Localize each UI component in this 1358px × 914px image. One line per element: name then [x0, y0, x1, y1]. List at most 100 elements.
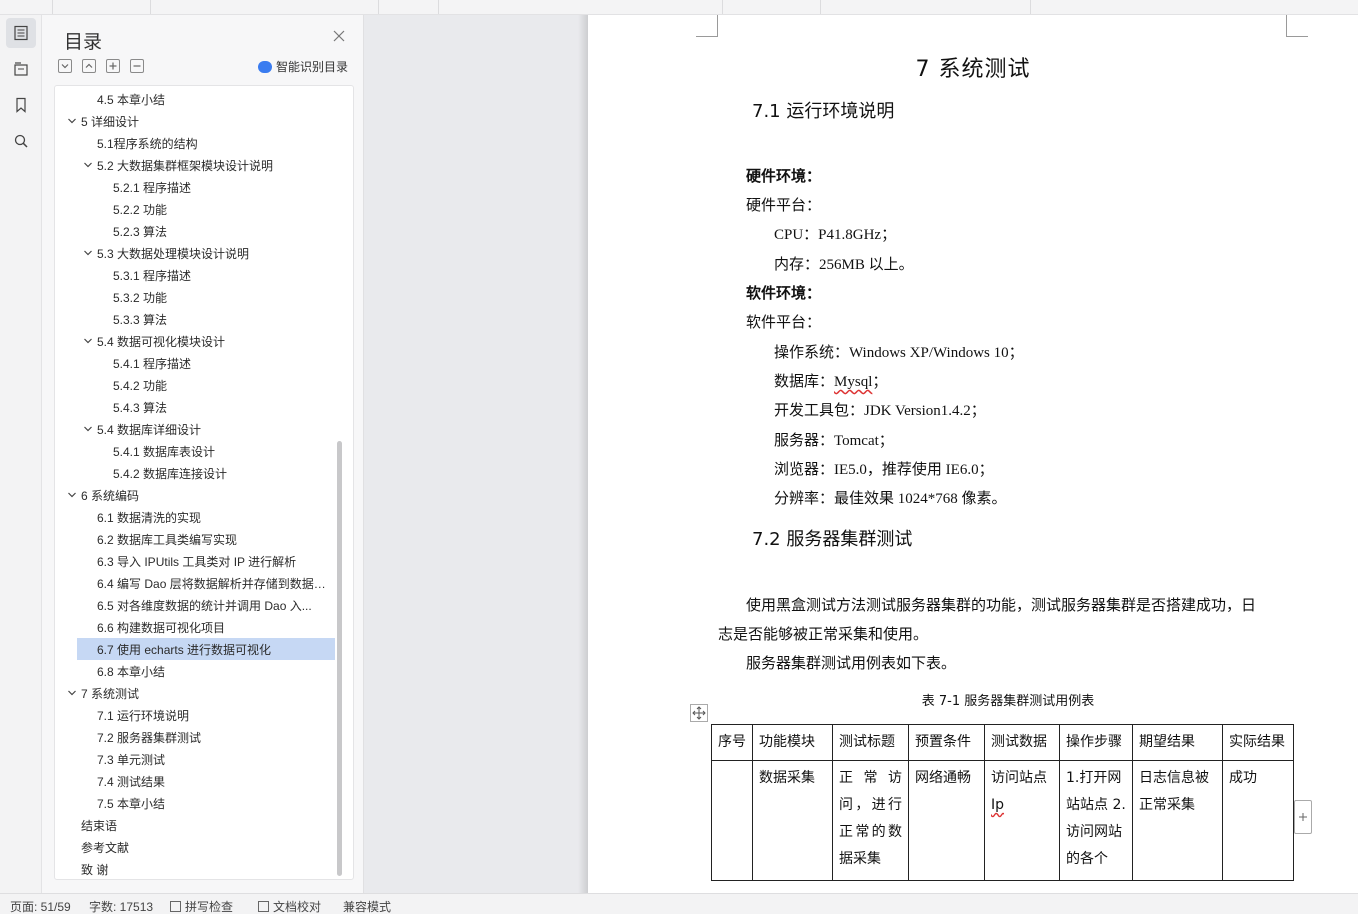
chevron-down-icon[interactable] — [83, 248, 93, 258]
chevron-down-icon[interactable] — [67, 688, 77, 698]
table-cell-expected: 日志信息被正常采集 — [1132, 760, 1223, 881]
toc-item[interactable]: 7.5 本章小结 — [55, 792, 335, 814]
hardware-platform: 硬件平台： — [746, 198, 822, 214]
toc-item-label: 5.4.3 算法 — [113, 400, 168, 415]
page-shadow — [578, 15, 588, 893]
bookmark-icon[interactable] — [6, 90, 36, 120]
toc-item-label: 5.3.3 算法 — [113, 312, 168, 327]
proofread-label: 文档校对 — [273, 900, 322, 914]
page-count[interactable]: 页面: 51/59 — [10, 898, 71, 914]
toc-item[interactable]: 6.6 构建数据可视化项目 — [55, 616, 335, 638]
toc-item-label: 6.2 数据库工具类编写实现 — [97, 532, 238, 547]
table-move-icon[interactable] — [690, 704, 708, 722]
table-header-cell: 序号 — [711, 724, 753, 761]
toc-item[interactable]: 6 系统编码 — [55, 484, 335, 506]
toc-item[interactable]: 5.3.1 程序描述 — [55, 264, 335, 286]
proofread-toggle[interactable]: 文档校对 — [258, 898, 321, 914]
toc-item[interactable]: 5.4.2 功能 — [55, 374, 335, 396]
chapter-title: 7 系统测试 — [915, 57, 1031, 82]
toc-item[interactable]: 5 详细设计 — [55, 110, 335, 132]
toc-item[interactable]: 5.3.2 功能 — [55, 286, 335, 308]
collapse-all-icon[interactable] — [82, 59, 96, 73]
cpu-line: CPU：P41.8GHz； — [774, 227, 897, 243]
chevron-down-icon[interactable] — [83, 336, 93, 346]
toc-item[interactable]: 5.4.2 数据库连接设计 — [55, 462, 335, 484]
toc-panel-icon[interactable] — [6, 18, 36, 48]
section-title: 7.2 服务器集群测试 — [752, 529, 913, 550]
toc-item[interactable]: 6.1 数据清洗的实现 — [55, 506, 335, 528]
smart-toc-label: 智能识别目录 — [276, 60, 349, 74]
close-icon[interactable] — [332, 29, 346, 43]
margin-mark — [1286, 15, 1308, 37]
toc-item[interactable]: 6.7 使用 echarts 进行数据可视化 — [77, 638, 335, 660]
toc-item[interactable]: 7.3 单元测试 — [55, 748, 335, 770]
toc-item[interactable]: 5.4.3 算法 — [55, 396, 335, 418]
chevron-down-icon[interactable] — [83, 160, 93, 170]
toc-item[interactable]: 5.2.1 程序描述 — [55, 176, 335, 198]
toc-item[interactable]: 参考文献 — [55, 836, 335, 858]
toc-item[interactable]: 4.5 本章小结 — [55, 88, 335, 110]
chevron-down-icon[interactable] — [83, 424, 93, 434]
memory-line: 内存：256MB 以上。 — [774, 257, 914, 273]
search-icon[interactable] — [6, 126, 36, 156]
toc-item-label: 7.5 本章小结 — [97, 796, 166, 811]
ruler-divider — [438, 0, 439, 14]
toc-item[interactable]: 5.2.3 算法 — [55, 220, 335, 242]
ruler-divider — [1030, 0, 1031, 14]
toc-item[interactable]: 6.8 本章小结 — [55, 660, 335, 682]
toc-item-label: 5.4.1 程序描述 — [113, 356, 192, 371]
toc-item[interactable]: 6.3 导入 IPUtils 工具类对 IP 进行解析 — [55, 550, 335, 572]
toc-title: 目录 — [64, 32, 103, 53]
toc-item[interactable]: 6.4 编写 Dao 层将数据解析并存储到数据库... — [55, 572, 335, 594]
toc-item[interactable]: 7 系统测试 — [55, 682, 335, 704]
table-cell-module: 数据采集 — [752, 760, 833, 881]
table-cell-index — [711, 760, 753, 881]
toc-scrollbar[interactable] — [337, 441, 342, 876]
toc-item[interactable]: 6.2 数据库工具类编写实现 — [55, 528, 335, 550]
toc-item[interactable]: 7.4 测试结果 — [55, 770, 335, 792]
toc-item[interactable]: 7.1 运行环境说明 — [55, 704, 335, 726]
chevron-down-icon[interactable] — [67, 116, 77, 126]
word-count[interactable]: 字数: 17513 — [89, 898, 153, 914]
chevron-down-icon[interactable] — [67, 490, 77, 500]
table-header-row: 序号 功能模块 测试标题 预置条件 测试数据 操作步骤 期望结果 实际结果 — [711, 724, 1294, 761]
toc-item-label: 7.2 服务器集群测试 — [97, 730, 202, 745]
document-page[interactable]: 7 系统测试 7.1 运行环境说明 硬件环境： 硬件平台： CPU：P41.8G… — [588, 15, 1358, 893]
toc-item[interactable]: 6.5 对各维度数据的统计并调用 Dao 入... — [55, 594, 335, 616]
toc-item[interactable]: 致 谢 — [55, 858, 335, 879]
toc-item[interactable]: 5.4 数据库详细设计 — [55, 418, 335, 440]
toc-item[interactable]: 5.3 大数据处理模块设计说明 — [55, 242, 335, 264]
toc-item[interactable]: 5.2 大数据集群框架模块设计说明 — [55, 154, 335, 176]
toc-list: 4.5 本章小结 5 详细设计 5.1程序系统的结构 5.2 大数据集群框架模块设计说… — [54, 85, 354, 880]
top-ruler — [0, 0, 1358, 15]
toc-item[interactable]: 结束语 — [55, 814, 335, 836]
remove-heading-icon[interactable] — [130, 59, 144, 73]
spell-check-toggle[interactable]: 拼写检查 — [170, 898, 233, 914]
toc-item[interactable]: 5.4.1 数据库表设计 — [55, 440, 335, 462]
toc-item[interactable]: 5.2.2 功能 — [55, 198, 335, 220]
add-column-button[interactable] — [1294, 800, 1312, 834]
navigation-icon[interactable] — [6, 54, 36, 84]
toc-item-label: 7.4 测试结果 — [97, 774, 166, 789]
add-heading-icon[interactable] — [106, 59, 120, 73]
db-line: 数据库：Mysql； — [774, 370, 887, 391]
toc-panel: 目录 智能识别目录 4.5 本章小结 5 详细设计 5.1程序系统的结构 5.2 大数… — [42, 15, 364, 893]
smart-toc-button[interactable]: 智能识别目录 — [258, 58, 348, 75]
toc-item-label: 5.2.3 算法 — [113, 224, 168, 239]
software-heading: 软件环境： — [746, 284, 822, 302]
toc-item[interactable]: 7.2 服务器集群测试 — [55, 726, 335, 748]
toc-item[interactable]: 5.4.1 程序描述 — [55, 352, 335, 374]
toc-item-label: 致 谢 — [81, 862, 109, 877]
expand-all-icon[interactable] — [58, 59, 72, 73]
toc-item-label: 结束语 — [81, 818, 118, 833]
toc-item-label: 5.4.1 数据库表设计 — [113, 444, 216, 459]
toc-item-label: 5.3.2 功能 — [113, 290, 168, 305]
toc-item-label: 5.3.1 程序描述 — [113, 268, 192, 283]
toc-item-label: 7 系统测试 — [81, 686, 140, 701]
toc-item[interactable]: 5.3.3 算法 — [55, 308, 335, 330]
table-cell-data: 访问站点 Ip — [984, 760, 1060, 881]
toc-item[interactable]: 5.4 数据可视化模块设计 — [55, 330, 335, 352]
toc-item-label: 6.4 编写 Dao 层将数据解析并存储到数据库... — [97, 576, 332, 591]
side-icon-bar — [0, 15, 42, 893]
toc-item[interactable]: 5.1程序系统的结构 — [55, 132, 335, 154]
